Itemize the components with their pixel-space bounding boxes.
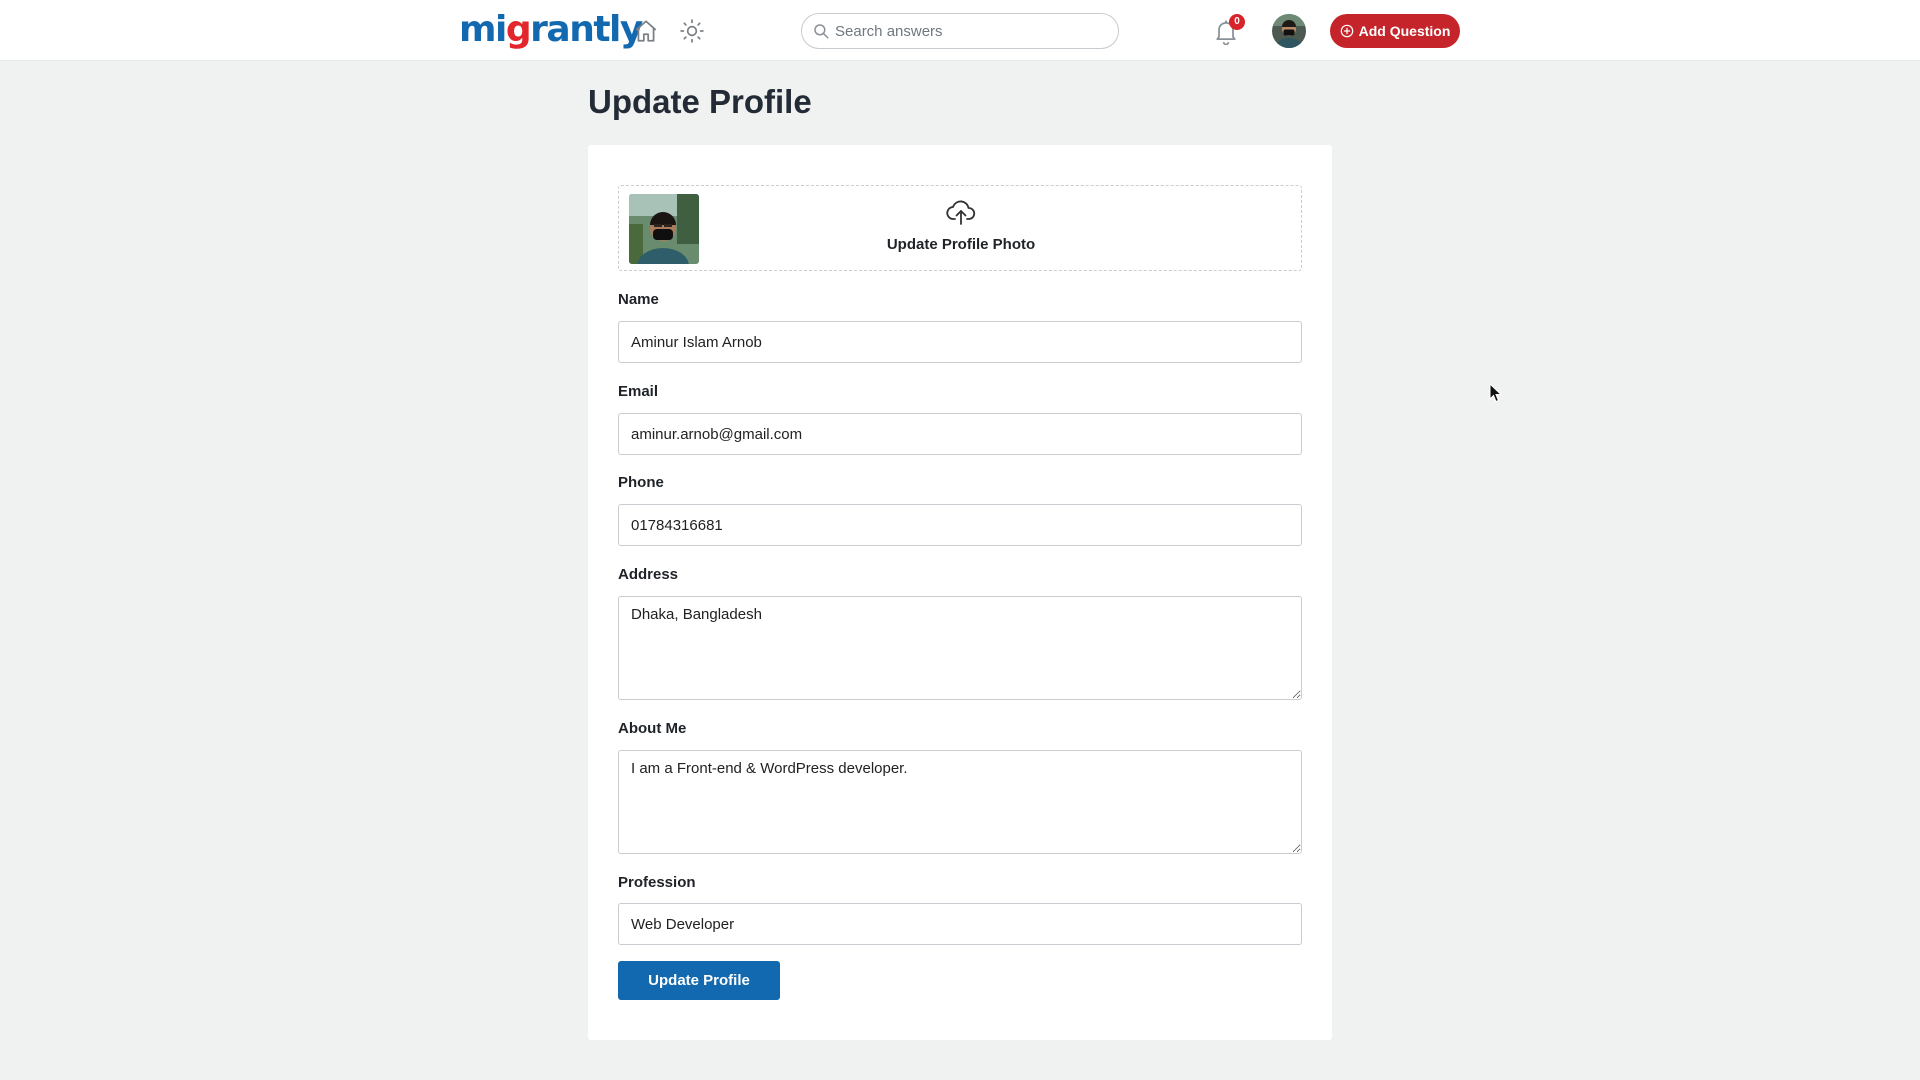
name-field[interactable] [618,321,1302,363]
logo-text-part2: g [505,9,532,50]
update-profile-button[interactable]: Update Profile [618,961,780,1000]
cloud-upload-icon [945,196,977,228]
about-me-label: About Me [618,720,687,737]
mouse-cursor-icon [1489,383,1503,403]
page-title: Update Profile [588,83,812,120]
add-question-label: Add Question [1358,23,1451,39]
notification-count-badge: 0 [1229,14,1245,30]
migrantly-logo[interactable]: migrantly [459,6,643,54]
name-label: Name [618,291,659,308]
plus-circle-icon [1340,24,1353,38]
phone-label: Phone [618,474,664,491]
sun-icon[interactable] [679,18,705,44]
address-label: Address [618,566,679,583]
search-bar [801,13,1119,49]
top-navbar: migrantly 0 [0,0,1920,61]
address-field[interactable]: Dhaka, Bangladesh [618,596,1302,700]
email-label: Email [618,383,659,400]
profile-form-card: Update Profile Photo Name Email Phone Ad… [588,145,1332,1040]
phone-field[interactable] [618,504,1302,546]
search-input[interactable] [833,15,1103,47]
add-question-button[interactable]: Add Question [1330,14,1460,48]
profession-label: Profession [618,874,696,891]
profession-field[interactable] [618,903,1302,945]
profile-photo-thumbnail [629,194,699,264]
home-icon[interactable] [633,18,659,44]
search-icon [812,22,830,40]
about-me-field[interactable]: I am a Front-end & WordPress developer. [618,750,1302,854]
user-avatar[interactable] [1272,14,1306,48]
update-photo-label: Update Profile Photo [886,236,1036,253]
logo-text-part3: rantly [530,9,643,50]
update-photo-dropzone[interactable]: Update Profile Photo [618,185,1302,271]
email-field[interactable] [618,413,1302,455]
logo-text-part1: mi [459,9,507,50]
